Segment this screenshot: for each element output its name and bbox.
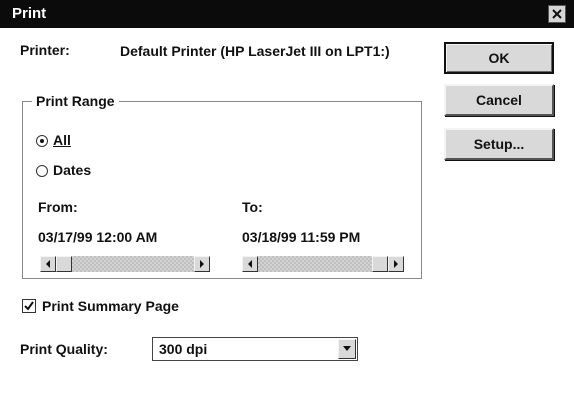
- radio-dates-label[interactable]: Dates: [53, 162, 91, 178]
- close-icon: [552, 9, 562, 19]
- from-scroll-left-button[interactable]: [40, 256, 56, 272]
- to-label: To:: [242, 199, 263, 215]
- from-label: From:: [38, 199, 78, 215]
- from-scroll-thumb[interactable]: [56, 256, 72, 272]
- from-scroll-right-button[interactable]: [194, 256, 210, 272]
- window-title: Print: [12, 5, 47, 22]
- print-quality-label: Print Quality:: [20, 341, 108, 357]
- from-date-value: 03/17/99 12:00 AM: [38, 229, 158, 245]
- to-scroll-thumb[interactable]: [372, 256, 388, 272]
- radio-selected-dot: [40, 139, 44, 143]
- print-dialog: Print Printer: Default Printer (HP Laser…: [0, 0, 574, 406]
- cancel-button[interactable]: Cancel: [444, 84, 554, 116]
- dropdown-button[interactable]: [338, 339, 356, 359]
- to-scroll-right-button[interactable]: [388, 256, 404, 272]
- printer-label: Printer:: [20, 42, 70, 58]
- from-scrollbar[interactable]: [40, 256, 210, 272]
- to-date-value: 03/18/99 11:59 PM: [242, 229, 361, 245]
- arrow-right-icon: [200, 260, 204, 268]
- arrow-left-icon: [46, 260, 50, 268]
- close-button[interactable]: [548, 5, 566, 23]
- checkmark-icon: [24, 301, 34, 311]
- chevron-down-icon: [343, 346, 351, 351]
- radio-all[interactable]: [36, 135, 48, 147]
- to-scrollbar[interactable]: [242, 256, 404, 272]
- print-summary-label[interactable]: Print Summary Page: [42, 298, 179, 314]
- print-range-legend: Print Range: [32, 93, 119, 109]
- printer-name: Default Printer (HP LaserJet III on LPT1…: [120, 43, 390, 59]
- arrow-right-icon: [394, 260, 398, 268]
- setup-button[interactable]: Setup...: [444, 128, 554, 160]
- print-quality-value: 300 dpi: [159, 341, 208, 357]
- ok-button[interactable]: OK: [444, 42, 554, 74]
- print-summary-checkbox[interactable]: [22, 299, 36, 313]
- radio-dates[interactable]: [36, 165, 48, 177]
- print-range-group: [22, 101, 422, 279]
- title-bar[interactable]: Print: [0, 0, 574, 28]
- to-scroll-left-button[interactable]: [242, 256, 258, 272]
- print-quality-select[interactable]: 300 dpi: [152, 337, 358, 361]
- radio-all-label[interactable]: All: [53, 132, 71, 148]
- arrow-left-icon: [248, 260, 252, 268]
